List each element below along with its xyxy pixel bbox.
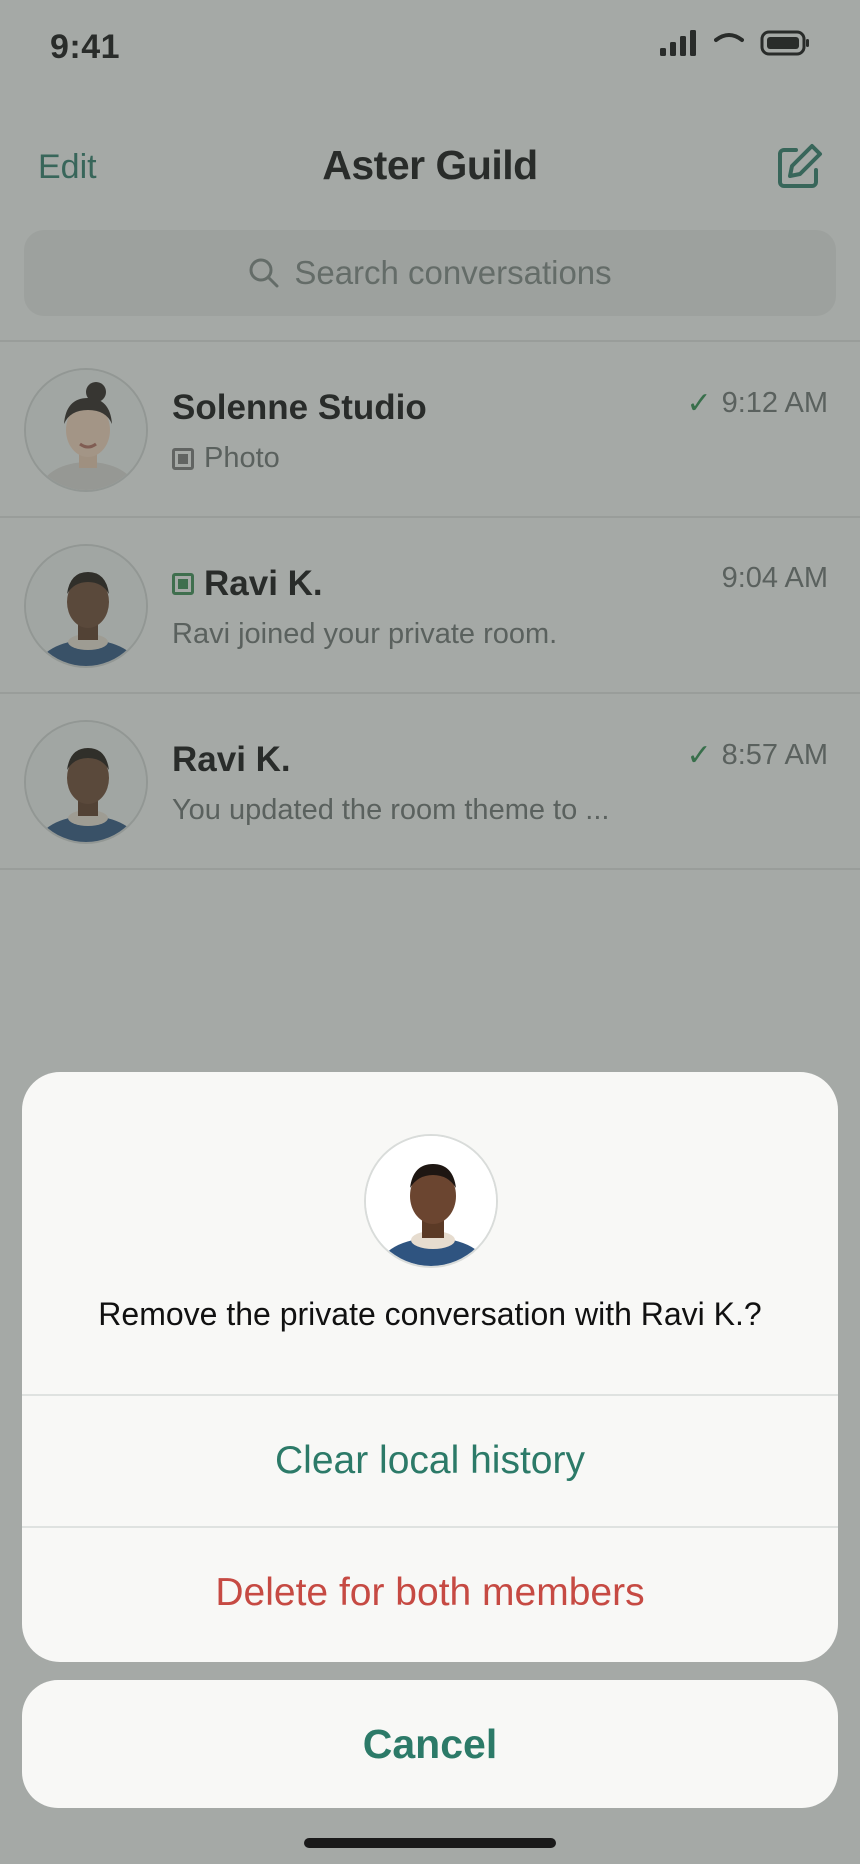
delete-for-both-button[interactable]: Delete for both members (22, 1526, 838, 1658)
sheet-message: Remove the private conversation with Rav… (98, 1296, 762, 1332)
home-indicator[interactable] (304, 1838, 556, 1848)
sheet-avatar (364, 1134, 498, 1268)
clear-history-button[interactable]: Clear local history (22, 1394, 838, 1526)
chat-list-screen: 9:41 Edit Aster Guild Search conversatio… (0, 0, 860, 1864)
cancel-button[interactable]: Cancel (22, 1680, 838, 1808)
action-sheet: Remove the private conversation with Rav… (22, 1072, 838, 1662)
